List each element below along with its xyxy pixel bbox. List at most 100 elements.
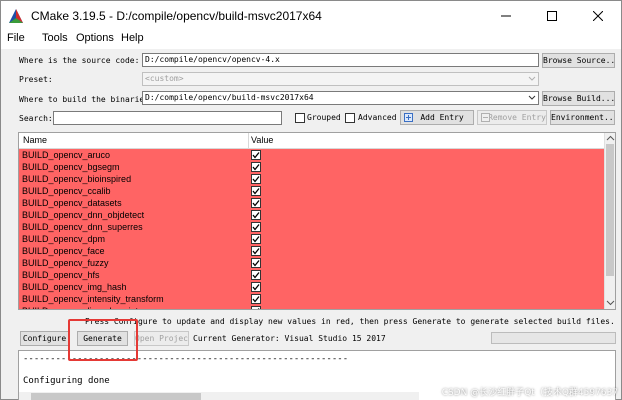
add-entry-button[interactable]: Add Entry xyxy=(400,110,474,125)
cache-entry-value-checkbox[interactable] xyxy=(251,270,261,280)
cache-entry-value-checkbox[interactable] xyxy=(251,258,261,268)
advanced-label: Advanced xyxy=(358,113,397,122)
table-row[interactable]: BUILD_opencv_intensity_transform xyxy=(19,293,605,305)
maximize-button[interactable] xyxy=(529,1,575,31)
checkmark-icon xyxy=(252,200,260,207)
checkmark-icon xyxy=(252,164,260,171)
cache-entry-name: BUILD_opencv_ccalib xyxy=(22,186,111,196)
table-row[interactable]: BUILD_opencv_aruco xyxy=(19,149,605,161)
table-row[interactable]: BUILD_opencv_ccalib xyxy=(19,185,605,197)
menu-tools[interactable]: Tools xyxy=(42,32,68,44)
checkmark-icon xyxy=(252,260,260,267)
cache-entry-value-checkbox[interactable] xyxy=(251,222,261,232)
cache-entry-name: BUILD_opencv_line_descriptor xyxy=(22,305,146,309)
source-label: Where is the source code: xyxy=(19,56,140,65)
maximize-icon xyxy=(547,11,557,21)
open-project-button[interactable]: Open Project xyxy=(134,331,189,346)
table-body: BUILD_opencv_aruco BUILD_opencv_bgsegm BUI… xyxy=(19,149,605,309)
cache-entry-name: BUILD_opencv_bioinspired xyxy=(22,174,132,184)
cache-entry-name: BUILD_opencv_dpm xyxy=(22,234,106,244)
source-path-input[interactable]: D:/compile/opencv/opencv-4.x xyxy=(142,53,539,67)
remove-entry-button[interactable]: Remove Entry xyxy=(477,110,547,125)
menu-help[interactable]: Help xyxy=(121,32,144,44)
build-label: Where to build the binaries: xyxy=(19,95,154,104)
scrollbar-thumb[interactable] xyxy=(31,393,201,400)
column-header-value[interactable]: Value xyxy=(251,135,273,145)
cache-table: Name Value BUILD_opencv_aruco BUILD_openc… xyxy=(18,132,616,310)
table-vertical-scrollbar[interactable] xyxy=(604,133,615,309)
chevron-down-icon xyxy=(528,76,536,81)
checkmark-icon xyxy=(252,212,260,219)
advanced-checkbox[interactable] xyxy=(345,113,355,123)
cache-entry-value-checkbox[interactable] xyxy=(251,210,261,220)
preset-value: <custom> xyxy=(145,74,184,83)
progress-bar xyxy=(491,332,616,344)
table-row[interactable]: BUILD_opencv_dnn_superres xyxy=(19,221,605,233)
build-path-value: D:/compile/opencv/build-msvc2017x64 xyxy=(145,93,314,102)
configure-button[interactable]: Configure xyxy=(20,331,69,346)
table-row[interactable]: BUILD_opencv_line_descriptor xyxy=(19,305,605,309)
minimize-icon xyxy=(501,15,511,17)
add-icon xyxy=(404,113,413,122)
browse-build-button[interactable]: Browse Build... xyxy=(542,91,615,106)
cache-entry-name: BUILD_opencv_intensity_transform xyxy=(22,294,164,304)
cache-entry-name: BUILD_opencv_datasets xyxy=(22,198,122,208)
add-entry-label: Add Entry xyxy=(420,113,464,122)
scroll-down-icon[interactable] xyxy=(606,298,615,307)
chevron-down-icon xyxy=(528,95,536,100)
cache-entry-name: BUILD_opencv_hfs xyxy=(22,270,100,280)
cache-entry-name: BUILD_opencv_aruco xyxy=(22,150,111,160)
cache-entry-value-checkbox[interactable] xyxy=(251,186,261,196)
cache-entry-value-checkbox[interactable] xyxy=(251,246,261,256)
current-generator-label: Current Generator: Visual Studio 15 2017 xyxy=(193,334,386,343)
table-row[interactable]: BUILD_opencv_datasets xyxy=(19,197,605,209)
grouped-checkbox[interactable] xyxy=(295,113,305,123)
environment-button[interactable]: Environment... xyxy=(550,110,615,125)
menu-file[interactable]: File xyxy=(7,32,25,44)
cache-entry-name: BUILD_opencv_img_hash xyxy=(22,282,127,292)
cache-entry-name: BUILD_opencv_face xyxy=(22,246,105,256)
minimize-button[interactable] xyxy=(483,1,529,31)
cache-entry-value-checkbox[interactable] xyxy=(251,174,261,184)
menu-options[interactable]: Options xyxy=(76,32,114,44)
output-horizontal-scrollbar[interactable] xyxy=(19,392,419,400)
column-divider[interactable] xyxy=(248,133,249,149)
column-header-name[interactable]: Name xyxy=(23,135,47,145)
cache-entry-value-checkbox[interactable] xyxy=(251,282,261,292)
checkmark-icon xyxy=(252,188,260,195)
table-row[interactable]: BUILD_opencv_fuzzy xyxy=(19,257,605,269)
checkmark-icon xyxy=(257,308,260,309)
table-header: Name Value xyxy=(19,133,605,149)
table-row[interactable]: BUILD_opencv_bioinspired xyxy=(19,173,605,185)
cache-entry-name: BUILD_opencv_dnn_superres xyxy=(22,222,143,232)
cache-entry-value-checkbox[interactable] xyxy=(251,162,261,172)
close-button[interactable] xyxy=(575,1,621,31)
close-icon xyxy=(593,11,603,21)
cache-entry-value-checkbox[interactable] xyxy=(251,294,261,304)
cache-entry-name: BUILD_opencv_dnn_objdetect xyxy=(22,210,145,220)
checkmark-icon xyxy=(252,272,260,279)
table-row[interactable]: BUILD_opencv_bgsegm xyxy=(19,161,605,173)
cmake-logo-icon xyxy=(9,9,23,23)
cache-entry-value-checkbox[interactable] xyxy=(251,234,261,244)
generate-highlight-box xyxy=(68,319,138,361)
cache-entry-value-checkbox[interactable] xyxy=(251,150,261,160)
table-row[interactable]: BUILD_opencv_dpm xyxy=(19,233,605,245)
table-row[interactable]: BUILD_opencv_dnn_objdetect xyxy=(19,209,605,221)
table-row[interactable]: BUILD_opencv_face xyxy=(19,245,605,257)
browse-source-button[interactable]: Browse Source... xyxy=(542,53,615,68)
checkmark-icon xyxy=(252,176,260,183)
remove-entry-label: Remove Entry xyxy=(488,113,546,122)
cache-entry-value-checkbox[interactable] xyxy=(251,306,261,309)
scroll-up-icon[interactable] xyxy=(606,134,615,143)
preset-label: Preset: xyxy=(19,75,53,84)
build-path-combobox[interactable]: D:/compile/opencv/build-msvc2017x64 xyxy=(142,91,539,105)
remove-icon xyxy=(481,113,490,122)
checkmark-icon xyxy=(252,296,260,303)
table-row[interactable]: BUILD_opencv_img_hash xyxy=(19,281,605,293)
table-row[interactable]: BUILD_opencv_hfs xyxy=(19,269,605,281)
cache-entry-value-checkbox[interactable] xyxy=(251,198,261,208)
checkmark-icon xyxy=(252,284,260,291)
search-input[interactable] xyxy=(53,111,282,125)
scrollbar-thumb[interactable] xyxy=(606,144,614,276)
